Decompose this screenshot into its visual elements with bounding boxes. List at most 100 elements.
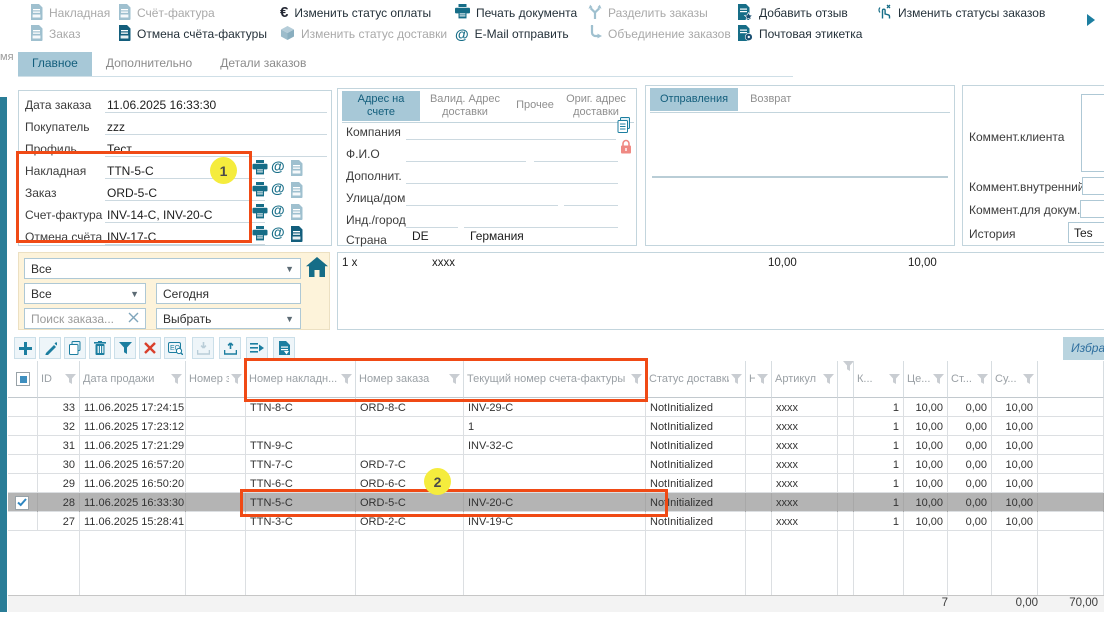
tab-shipments[interactable]: Отправления (650, 88, 738, 111)
grid-cell[interactable]: 31 (38, 436, 80, 455)
grid-cell[interactable]: TTN-7-C (246, 455, 356, 474)
grid-cell[interactable] (746, 512, 772, 531)
grid-cell[interactable]: 0,00 (948, 417, 992, 436)
filter-icon[interactable] (171, 374, 182, 384)
header-cell[interactable]: Дата продажи (80, 361, 186, 398)
header-cell[interactable] (8, 361, 38, 398)
filter-icon[interactable] (449, 374, 460, 384)
grid-cell[interactable] (8, 436, 38, 455)
grid-cell[interactable]: xxxx (772, 436, 838, 455)
grid-cell[interactable]: 1 (854, 493, 904, 512)
history-input[interactable]: Tes (1068, 222, 1104, 243)
import-button[interactable] (192, 337, 214, 359)
filter-icon[interactable] (977, 374, 988, 384)
grid-row[interactable]: 2911.06.2025 16:50:20TTN-6-CORD-6-CNotIn… (8, 474, 1104, 493)
grid-cell[interactable] (746, 493, 772, 512)
tab-return[interactable]: Возврат (738, 88, 803, 111)
grid-cell[interactable] (186, 474, 246, 493)
grid-cell[interactable]: 11.06.2025 17:24:15 (80, 398, 186, 417)
company-input[interactable] (406, 139, 616, 140)
tab-valid-shipping-address[interactable]: Валид. Адрес доставки (420, 91, 510, 121)
email-order-button[interactable]: @ (271, 180, 285, 196)
grid-row[interactable]: 3111.06.2025 17:21:29TTN-9-CINV-32-CNotI… (8, 436, 1104, 455)
zip-input[interactable] (406, 227, 458, 228)
grid-cell[interactable] (838, 474, 854, 493)
grid-cell[interactable]: xxxx (772, 417, 838, 436)
header-cell[interactable]: Номер заказа (356, 361, 464, 398)
grid-cell[interactable]: xxxx (772, 512, 838, 531)
grid-cell[interactable]: 10,00 (904, 455, 948, 474)
grid-cell[interactable]: ORD-5-C (356, 493, 464, 512)
tab-additional[interactable]: Дополнительно (92, 52, 206, 76)
grid-cell[interactable] (246, 417, 356, 436)
grid-cell[interactable]: 1 (464, 417, 646, 436)
grid-cell[interactable]: 10,00 (992, 493, 1038, 512)
grid-cell[interactable]: xxxx (772, 398, 838, 417)
email-waybill-button[interactable]: @ (271, 158, 285, 174)
grid-cell[interactable]: ORD-7-C (356, 455, 464, 474)
house-input[interactable] (564, 205, 618, 206)
cancel-invoice-button[interactable]: Отмена счёта-фактуры (118, 25, 267, 43)
grid-cell[interactable]: 10,00 (904, 436, 948, 455)
grid-row[interactable]: 2811.06.2025 16:33:30TTN-5-CORD-5-CINV-2… (8, 493, 1104, 512)
header-cell[interactable]: К... (854, 361, 904, 398)
grid-cell[interactable] (1038, 455, 1104, 474)
grid-cell[interactable]: 11.06.2025 15:28:41 (80, 512, 186, 531)
grid-cell[interactable]: 1 (854, 455, 904, 474)
grid-cell[interactable] (1038, 512, 1104, 531)
header-cell[interactable] (1038, 361, 1104, 398)
grid-cell[interactable] (1038, 474, 1104, 493)
grid-cell[interactable]: TTN-5-C (246, 493, 356, 512)
grid-cell[interactable] (838, 417, 854, 436)
grid-cell[interactable]: NotInitialized (646, 474, 746, 493)
grid-cell[interactable]: 10,00 (992, 436, 1038, 455)
grid-cell[interactable] (186, 493, 246, 512)
header-cell[interactable]: Це... (904, 361, 948, 398)
favorites-tab[interactable]: Избра (1063, 337, 1104, 360)
grid-cell[interactable] (838, 436, 854, 455)
grid-cell[interactable]: NotInitialized (646, 398, 746, 417)
grid-cell[interactable]: TTN-9-C (246, 436, 356, 455)
grid-cell[interactable] (186, 417, 246, 436)
tab-other[interactable]: Прочее (510, 91, 560, 121)
grid-cell[interactable]: 1 (854, 417, 904, 436)
grid-cell[interactable]: NotInitialized (646, 512, 746, 531)
grid-cell[interactable] (746, 455, 772, 474)
grid-cell[interactable] (464, 474, 646, 493)
grid-cell[interactable]: 27 (38, 512, 80, 531)
grid-cell[interactable] (1038, 436, 1104, 455)
country-name-value[interactable]: Германия (470, 229, 524, 243)
grid-cell[interactable]: 11.06.2025 17:21:29 (80, 436, 186, 455)
header-cell[interactable]: Су... (992, 361, 1038, 398)
grid-row[interactable]: 3011.06.2025 16:57:20TTN-7-CORD-7-CNotIn… (8, 455, 1104, 474)
order-button[interactable]: Заказ (30, 25, 80, 43)
grid-cell[interactable]: 33 (38, 398, 80, 417)
grid-cell[interactable]: INV-32-C (464, 436, 646, 455)
grid-cell[interactable]: 0,00 (948, 398, 992, 417)
grid-cell[interactable] (8, 398, 38, 417)
street-input[interactable] (406, 205, 558, 206)
grid-cell[interactable]: 10,00 (992, 417, 1038, 436)
grid-cell[interactable] (8, 474, 38, 493)
grid-cell[interactable]: 1 (854, 474, 904, 493)
grid-cell[interactable]: 10,00 (904, 512, 948, 531)
grid-cell[interactable]: 10,00 (992, 474, 1038, 493)
fio-input-1[interactable] (406, 161, 526, 162)
grid-cell[interactable] (8, 417, 38, 436)
grid-cell[interactable] (838, 512, 854, 531)
side-strip[interactable] (0, 97, 7, 612)
internal-comment-input[interactable] (1082, 177, 1104, 195)
filter-icon[interactable] (231, 374, 242, 384)
grid-cell[interactable] (186, 398, 246, 417)
filter-icon[interactable] (843, 361, 854, 371)
header-cell[interactable] (838, 361, 854, 398)
send-email-button[interactable]: @ E-Mail отправить (455, 25, 569, 43)
grid-row[interactable]: 2711.06.2025 15:28:41TTN-3-CORD-2-CINV-1… (8, 512, 1104, 531)
tab-billing-address[interactable]: Адрес на счете (342, 91, 420, 121)
order-search-input[interactable]: Поиск заказа... (24, 308, 146, 329)
filter-icon[interactable] (341, 374, 352, 384)
grid-cell[interactable]: 11.06.2025 16:33:30 (80, 493, 186, 512)
search-button[interactable]: EQ (164, 337, 186, 359)
cancel-invoice-doc-button[interactable] (290, 226, 303, 245)
header-cell[interactable]: Статус доставки (646, 361, 746, 398)
